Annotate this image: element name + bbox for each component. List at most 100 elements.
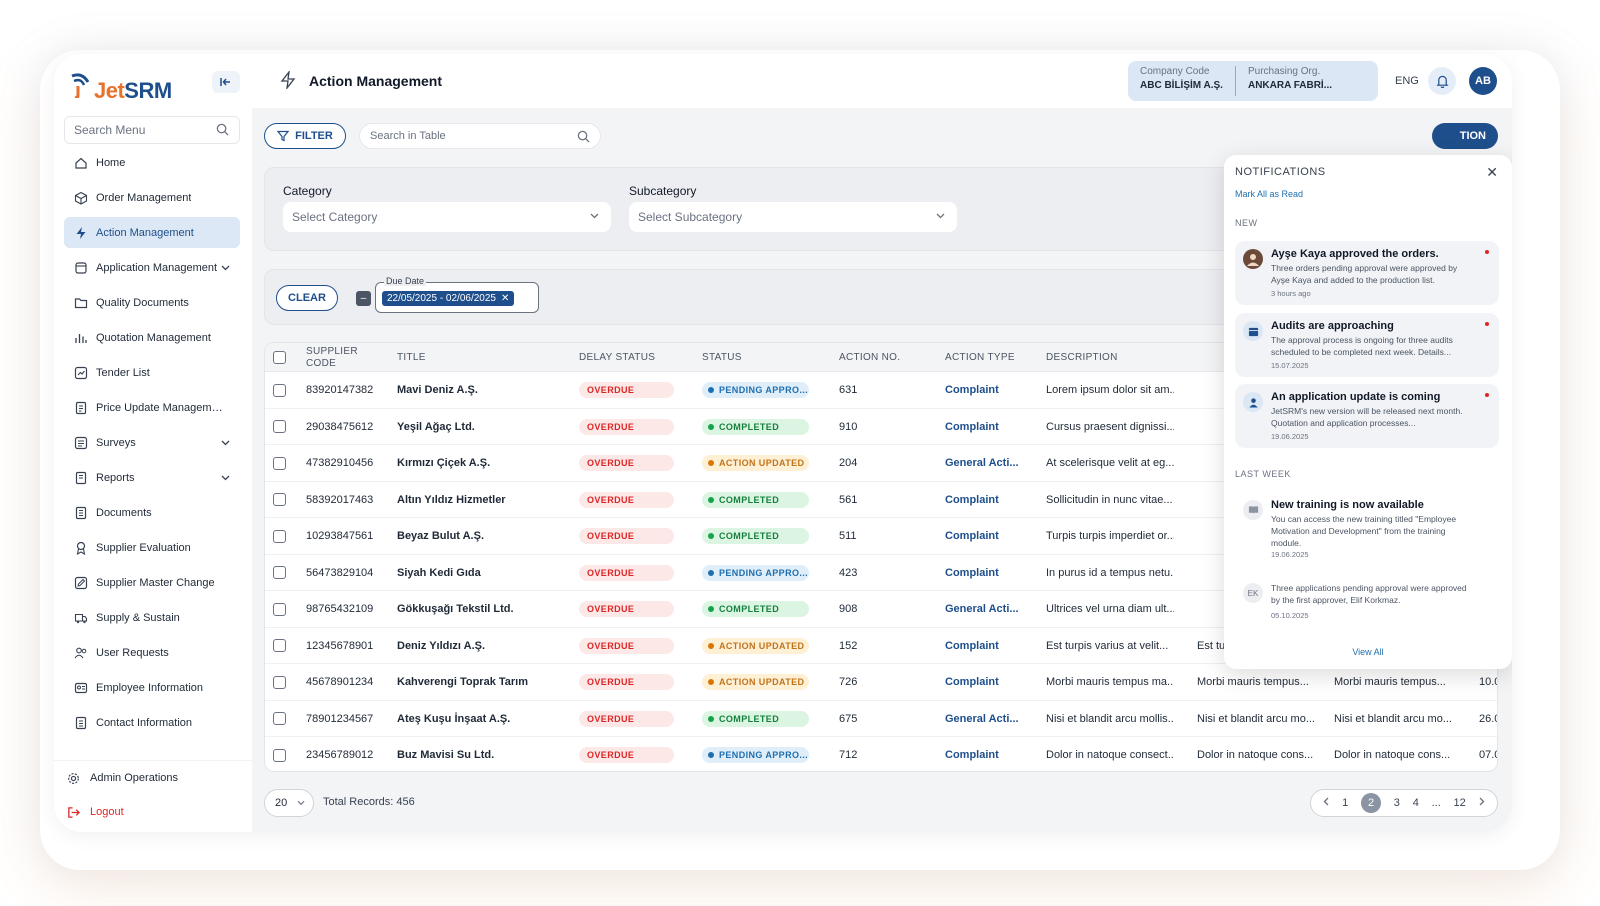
row-checkbox[interactable] [273,529,286,543]
page-size-select[interactable]: 20 [264,789,314,817]
sidebar-item-employee-information[interactable]: Employee Information [64,672,240,703]
sidebar-item-surveys[interactable]: Surveys [64,427,240,458]
sidebar-item-price-update-management[interactable]: Price Update Management [64,392,240,423]
logout-item[interactable]: Logout [54,795,252,829]
sidebar-item-supply-sustain[interactable]: Supply & Sustain [64,602,240,633]
sidebar-item-supplier-evaluation[interactable]: Supplier Evaluation [64,532,240,563]
new-action-button[interactable]: TION [1432,123,1498,149]
header-status[interactable]: STATUS [702,343,742,372]
sidebar-item-label: Quotation Management [96,331,211,344]
action-type-link[interactable]: Complaint [945,482,1027,518]
description: Sollicitudin in nunc vitae... [1046,493,1173,506]
sidebar-item-documents[interactable]: Documents [64,497,240,528]
page-button[interactable]: 1 [1342,797,1348,809]
header-delay-status[interactable]: DELAY STATUS [579,343,655,372]
notification-item[interactable]: An application update is coming JetSRM's… [1235,384,1499,448]
supplier-title: Beyaz Bulut A.Ş. [397,530,484,542]
row-checkbox[interactable] [273,602,286,616]
subcategory-select[interactable]: Select Subcategory [629,202,957,232]
language-selector[interactable]: ENG [1395,75,1419,87]
mark-all-read-link[interactable]: Mark All as Read [1235,189,1303,199]
page-button[interactable]: 2 [1361,793,1382,813]
chevron-right-icon[interactable] [1479,797,1485,809]
header-description[interactable]: DESCRIPTION [1046,343,1118,372]
row-checkbox[interactable] [273,712,286,725]
category-select[interactable]: Select Category [283,202,611,232]
header-action-no[interactable]: ACTION NO. [839,343,900,372]
page-button[interactable]: 4 [1413,797,1419,809]
action-type-link[interactable]: Complaint [945,555,1027,591]
row-checkbox[interactable] [273,420,286,433]
due-date-filter[interactable]: Due Date 22/05/2025 - 02/06/2025 ✕ [375,276,539,313]
notification-item[interactable]: EK Three applications pending approval w… [1235,575,1499,623]
row-checkbox[interactable] [273,383,286,397]
notification-time: 3 hours ago [1271,289,1311,298]
header-title[interactable]: TITLE [397,343,426,372]
action-type-link[interactable]: Complaint [945,628,1027,664]
id-icon [74,681,88,695]
action-type-link[interactable]: Complaint [945,737,1027,771]
sidebar-item-tender-list[interactable]: Tender List [64,357,240,388]
page-button[interactable]: ... [1432,797,1441,809]
category-label: Category [283,184,332,198]
action-type-link[interactable]: General Acti... [945,701,1027,737]
table-row[interactable]: 78901234567 Ateş Kuşu İnşaat A.Ş. OVERDUE C… [265,701,1497,737]
action-type-link[interactable]: Complaint [945,518,1027,554]
sidebar-item-user-requests[interactable]: User Requests [64,637,240,668]
row-checkbox[interactable] [273,566,286,579]
header-action-type[interactable]: ACTION TYPE [945,343,1015,372]
sidebar-item-quality-documents[interactable]: Quality Documents [64,287,240,318]
sidebar-item-action-management[interactable]: Action Management [64,217,240,248]
action-type-link[interactable]: General Acti... [945,591,1027,627]
close-icon[interactable]: ✕ [501,293,509,304]
sidebar-item-quotation-management[interactable]: Quotation Management [64,322,240,353]
admin-operations-item[interactable]: Admin Operations [54,761,252,795]
sidebar-item-home[interactable]: Home [64,147,240,178]
chevron-left-icon[interactable] [1323,797,1329,809]
chart-icon [74,331,88,345]
page-button[interactable]: 3 [1394,797,1400,809]
table-search-input[interactable]: Search in Table [359,123,601,149]
notification-body: Three applications pending approval were… [1271,583,1467,605]
view-all-link[interactable]: View All [1224,647,1512,657]
remove-filter-button[interactable]: – [356,291,371,306]
sidebar-item-application-management[interactable]: Application Management [64,252,240,283]
sidebar-item-order-management[interactable]: Order Management [64,182,240,213]
action-no: 712 [839,749,858,761]
notification-item[interactable]: Audits are approaching The approval proc… [1235,313,1499,377]
clear-filters-button[interactable]: CLEAR [276,285,338,311]
person-avatar-icon [1243,249,1263,269]
notification-item[interactable]: Ayşe Kaya approved the orders. Three ord… [1235,241,1499,305]
user-avatar[interactable]: AB [1469,67,1497,95]
row-checkbox[interactable] [273,675,286,689]
select-all-checkbox[interactable] [273,351,286,364]
table-row[interactable]: 45678901234 Kahverengi Toprak Tarım OVERDU… [265,664,1497,701]
collapse-sidebar-button[interactable] [212,71,240,93]
action-no: 423 [839,566,858,579]
action-type-link[interactable]: Complaint [945,372,1027,408]
table-row[interactable]: 23456789012 Buz Mavisi Su Ltd. OVERDUE PEND… [265,737,1497,771]
close-icon[interactable]: ✕ [1486,164,1498,181]
sidebar-item-label: Quality Documents [96,296,189,309]
logo: JetSRM [70,66,172,104]
row-checkbox[interactable] [273,639,286,652]
new-section-label: NEW [1235,218,1258,228]
notifications-button[interactable] [1428,67,1456,95]
row-checkbox[interactable] [273,456,286,470]
sidebar-item-contact-information[interactable]: Contact Information [64,707,240,738]
collapse-icon [220,78,230,86]
sidebar-item-reports[interactable]: Reports [64,462,240,493]
header-supplier-code[interactable]: SUPPLIER CODE [306,343,376,372]
action-type-link[interactable]: General Acti... [945,445,1027,481]
action-type-link[interactable]: Complaint [945,409,1027,445]
sidebar-item-supplier-master-change[interactable]: Supplier Master Change [64,567,240,598]
supplier-code: 23456789012 [306,749,374,761]
filter-button[interactable]: FILTER [264,123,346,149]
row-checkbox[interactable] [273,493,286,506]
action-type-link[interactable]: Complaint [945,664,1027,700]
page-button[interactable]: 12 [1454,797,1466,809]
notification-item[interactable]: New training is now available You can ac… [1235,492,1499,564]
search-menu-input[interactable]: Search Menu [64,116,240,144]
company-selector[interactable]: Company Code ABC BİLİŞİM A.Ş. Purchasing… [1128,61,1378,101]
row-checkbox[interactable] [273,748,286,762]
